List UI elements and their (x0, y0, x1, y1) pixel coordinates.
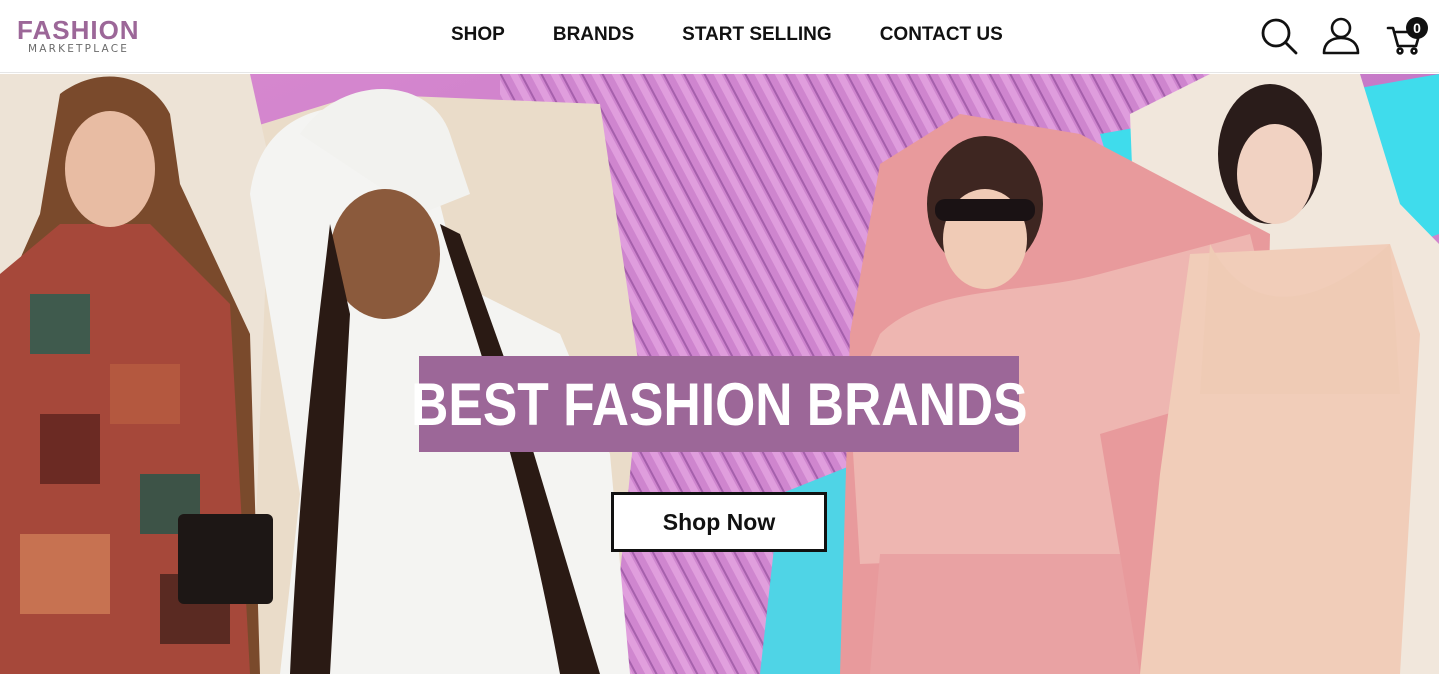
cart-count-badge: 0 (1406, 17, 1428, 39)
nav-brands[interactable]: BRANDS (553, 24, 634, 46)
nav-contact-us[interactable]: CONTACT US (880, 24, 1003, 46)
nav-start-selling[interactable]: START SELLING (682, 24, 832, 46)
hero-banner: BEST FASHION BRANDS Shop Now (0, 74, 1439, 674)
logo-subtitle: MARKETPLACE (28, 43, 130, 55)
hero-title: BEST FASHION BRANDS (411, 356, 1027, 452)
site-header: FASHION MARKETPLACE SHOP BRANDS START SE… (0, 0, 1439, 73)
nav-shop[interactable]: SHOP (451, 24, 505, 46)
cart-button[interactable]: 0 (1386, 16, 1428, 56)
main-nav: SHOP BRANDS START SELLING CONTACT US (451, 24, 1051, 46)
search-icon[interactable] (1259, 16, 1299, 56)
shop-now-button[interactable]: Shop Now (611, 492, 827, 552)
logo[interactable]: FASHION MARKETPLACE (17, 17, 140, 55)
logo-wordmark: FASHION (17, 15, 140, 45)
hero-title-text: BEST FASHION BRANDS (410, 370, 1028, 438)
user-icon[interactable] (1321, 16, 1361, 56)
